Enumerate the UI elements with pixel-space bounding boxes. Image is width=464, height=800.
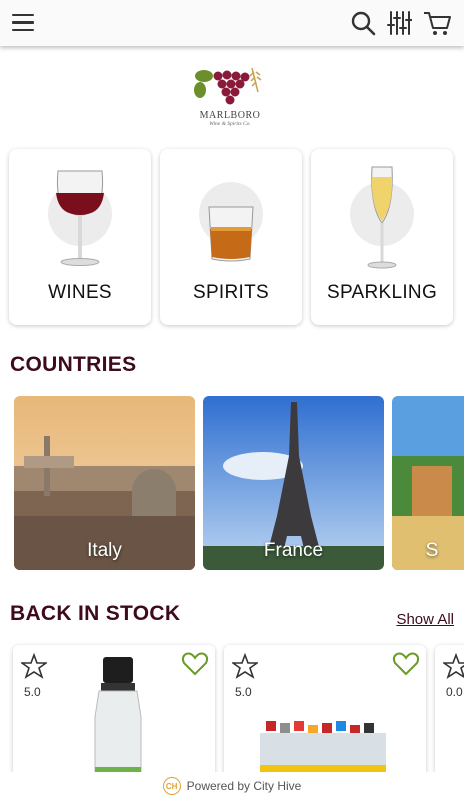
country-name: Italy (87, 540, 122, 561)
category-card-spirits[interactable]: SPIRITS (160, 149, 302, 325)
back-in-stock-title: BACK IN STOCK (10, 602, 181, 625)
hamburger-menu-icon[interactable] (12, 14, 34, 32)
category-card-sparkling[interactable]: SPARKLING (311, 149, 453, 325)
store-logo[interactable]: MARLBORO Wine & Spirits Co. (190, 62, 270, 132)
footer-text: Powered by City Hive (186, 779, 302, 793)
country-name: S (425, 540, 439, 561)
top-app-bar (0, 0, 464, 46)
wine-glass-icon (56, 170, 104, 266)
logo-name: MARLBORO (199, 110, 261, 121)
cart-icon[interactable] (422, 9, 452, 37)
search-icon[interactable] (350, 9, 376, 37)
star-icon[interactable] (232, 653, 258, 679)
filter-icon[interactable] (386, 9, 412, 37)
countries-carousel[interactable]: Italy France S (14, 396, 464, 570)
product-bottle-image (94, 657, 142, 785)
logo-tagline: Wine & Spirits Co. (209, 121, 251, 127)
back-in-stock-carousel[interactable]: 5.0 5.0 0.0 (13, 645, 464, 785)
star-icon[interactable] (21, 653, 47, 679)
whiskey-glass-icon (208, 206, 254, 262)
product-card[interactable]: 5.0 (224, 645, 426, 785)
city-hive-logo-icon: CH (162, 777, 181, 795)
grapes-logo-icon (194, 67, 262, 105)
show-all-link[interactable]: Show All (396, 611, 454, 628)
category-cards: WINES SPIRITS SPARKLING (9, 149, 453, 325)
category-label: WINES (48, 282, 112, 303)
heart-icon[interactable] (181, 651, 209, 677)
powered-by-footer: CH Powered by City Hive (0, 772, 464, 800)
countries-title: COUNTRIES (10, 353, 137, 376)
category-label: SPIRITS (192, 282, 269, 303)
champagne-flute-icon (367, 166, 397, 269)
country-card-spain[interactable]: S (392, 396, 464, 570)
product-card[interactable]: 5.0 (13, 645, 215, 785)
header-actions (350, 9, 452, 37)
star-icon[interactable] (443, 653, 464, 679)
product-rating: 5.0 (235, 685, 252, 699)
product-rating: 5.0 (24, 685, 41, 699)
heart-icon[interactable] (392, 651, 420, 677)
category-card-wines[interactable]: WINES (9, 149, 151, 325)
country-card-france[interactable]: France (203, 396, 384, 570)
country-card-italy[interactable]: Italy (14, 396, 195, 570)
country-name: France (263, 540, 324, 561)
product-card[interactable]: 0.0 (435, 645, 464, 785)
product-rating: 0.0 (446, 685, 463, 699)
category-label: SPARKLING (326, 282, 438, 303)
